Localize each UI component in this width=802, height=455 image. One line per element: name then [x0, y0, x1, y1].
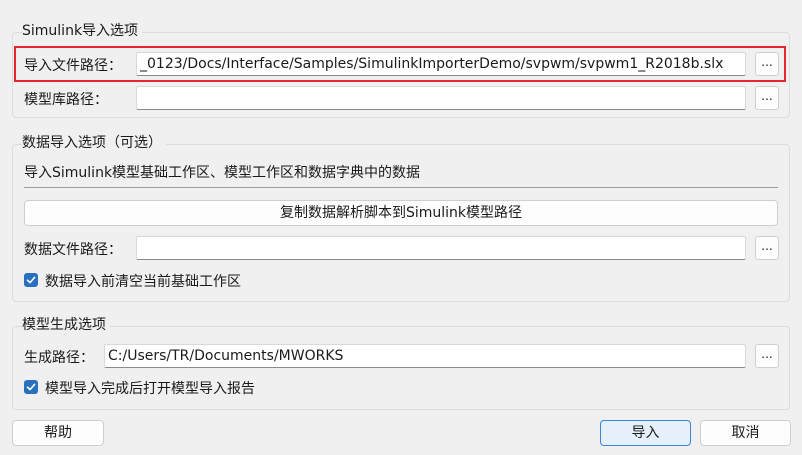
- clear-workspace-label[interactable]: 数据导入前清空当前基础工作区: [45, 271, 241, 291]
- description-divider: [24, 187, 778, 188]
- clear-workspace-checkbox[interactable]: [24, 273, 38, 287]
- import-path-input[interactable]: _0123/Docs/Interface/Samples/SimulinkImp…: [136, 52, 746, 76]
- cancel-button[interactable]: 取消: [700, 420, 791, 446]
- open-report-checkbox[interactable]: [24, 380, 38, 394]
- data-import-group-title: 数据导入选项（可选）: [22, 132, 166, 152]
- output-path-label: 生成路径：: [24, 350, 94, 366]
- data-file-path-label: 数据文件路径：: [24, 242, 122, 258]
- copy-script-button[interactable]: 复制数据解析脚本到Simulink模型路径: [24, 200, 778, 226]
- model-generation-group-title: 模型生成选项: [22, 314, 110, 334]
- import-path-label: 导入文件路径：: [24, 58, 122, 74]
- data-file-path-input[interactable]: [136, 236, 746, 260]
- library-path-input[interactable]: [136, 86, 746, 110]
- simulink-import-group-title: Simulink导入选项: [22, 20, 143, 40]
- open-report-label[interactable]: 模型导入完成后打开模型导入报告: [45, 378, 255, 398]
- help-button[interactable]: 帮助: [12, 420, 104, 446]
- import-button[interactable]: 导入: [600, 420, 691, 446]
- data-file-browse-button[interactable]: ...: [755, 236, 779, 260]
- check-icon: [26, 276, 36, 284]
- check-icon: [26, 383, 36, 391]
- output-path-browse-button[interactable]: ...: [755, 344, 779, 368]
- library-path-label: 模型库路径：: [24, 92, 108, 108]
- output-path-input[interactable]: C:/Users/TR/Documents/MWORKS: [104, 344, 746, 368]
- library-path-browse-button[interactable]: ...: [755, 86, 779, 110]
- data-import-description: 导入Simulink模型基础工作区、模型工作区和数据字典中的数据: [24, 165, 421, 181]
- import-path-browse-button[interactable]: ...: [755, 52, 779, 76]
